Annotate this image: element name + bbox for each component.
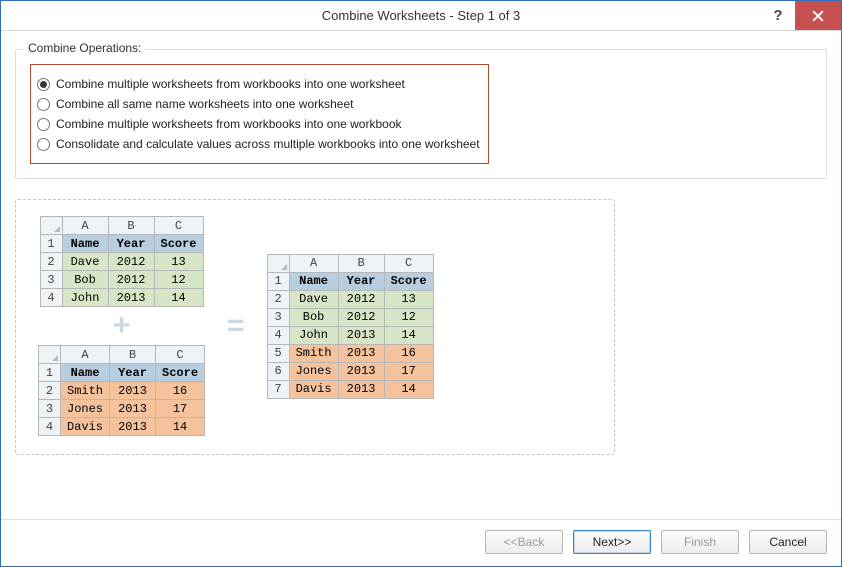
- radio-icon: [37, 138, 50, 151]
- finish-button[interactable]: Finish: [661, 530, 739, 554]
- cancel-button[interactable]: Cancel: [749, 530, 827, 554]
- preview-inputs-column: ABC1NameYearScore2Dave2012133Bob2012124J…: [38, 216, 205, 436]
- equals-icon: =: [227, 311, 245, 341]
- radio-icon: [37, 118, 50, 131]
- preview-illustration: ABC1NameYearScore2Dave2012133Bob2012124J…: [15, 199, 615, 455]
- group-legend: Combine Operations:: [24, 41, 145, 55]
- radio-label: Consolidate and calculate values across …: [56, 137, 480, 151]
- result-table: ABC1NameYearScore2Dave2012133Bob2012124J…: [267, 254, 434, 399]
- window-controls: ?: [761, 1, 841, 30]
- combine-operations-group: Combine Operations: Combine multiple wor…: [15, 49, 827, 179]
- radio-label: Combine multiple worksheets from workboo…: [56, 117, 402, 131]
- radio-label: Combine multiple worksheets from workboo…: [56, 77, 405, 91]
- input-table-0: ABC1NameYearScore2Dave2012133Bob2012124J…: [40, 216, 204, 307]
- radio-option-2[interactable]: Combine multiple worksheets from workboo…: [37, 117, 480, 131]
- next-button[interactable]: Next>>: [573, 530, 651, 554]
- plus-icon: +: [113, 311, 131, 341]
- radio-label: Combine all same name worksheets into on…: [56, 97, 353, 111]
- window-title: Combine Worksheets - Step 1 of 3: [1, 8, 841, 23]
- radio-option-0[interactable]: Combine multiple worksheets from workboo…: [37, 77, 480, 91]
- close-icon: [812, 10, 824, 22]
- help-button[interactable]: ?: [761, 1, 795, 30]
- back-button[interactable]: <<Back: [485, 530, 563, 554]
- radio-icon: [37, 78, 50, 91]
- close-button[interactable]: [795, 1, 841, 30]
- input-table-1: ABC1NameYearScore2Smith2013163Jones20131…: [38, 345, 205, 436]
- radio-icon: [37, 98, 50, 111]
- radio-option-3[interactable]: Consolidate and calculate values across …: [37, 137, 480, 151]
- radio-option-1[interactable]: Combine all same name worksheets into on…: [37, 97, 480, 111]
- options-highlight: Combine multiple worksheets from workboo…: [30, 64, 489, 164]
- dialog-content: Combine Operations: Combine multiple wor…: [1, 31, 841, 519]
- titlebar: Combine Worksheets - Step 1 of 3 ?: [1, 1, 841, 31]
- dialog-window: Combine Worksheets - Step 1 of 3 ? Combi…: [0, 0, 842, 567]
- dialog-footer: <<Back Next>> Finish Cancel: [1, 519, 841, 566]
